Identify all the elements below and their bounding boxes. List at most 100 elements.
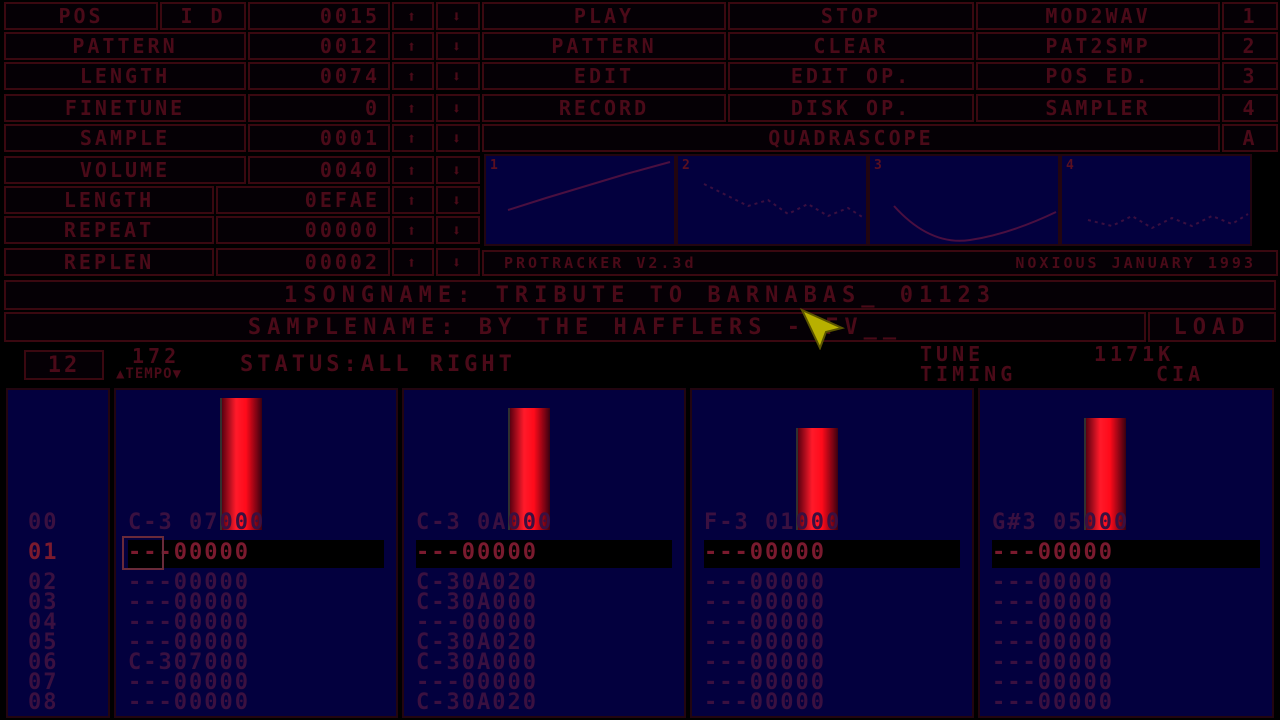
pattern-row[interactable]: ---00000: [704, 570, 960, 595]
pos-flag[interactable]: I D: [160, 2, 246, 30]
load-button[interactable]: LOAD: [1148, 312, 1276, 342]
sample-value: 0001: [248, 124, 390, 152]
disk-op-button[interactable]: DISK OP.: [728, 94, 974, 122]
pattern-row[interactable]: ---00000: [128, 630, 384, 655]
scope-channel-3[interactable]: 3: [868, 154, 1060, 246]
pattern-row[interactable]: ---00000: [704, 610, 960, 635]
scope-channel-1[interactable]: 1: [484, 154, 676, 246]
screen-a-button[interactable]: A: [1222, 124, 1278, 152]
samplename-field[interactable]: SAMPLENAME: BY THE HAFFLERS - FV__: [4, 312, 1146, 342]
quadrascope-button[interactable]: QUADRASCOPE: [482, 124, 1220, 152]
pattern-row[interactable]: ---00000: [992, 570, 1260, 595]
sampler-button[interactable]: SAMPLER: [976, 94, 1220, 122]
track-channel-4[interactable]: G#3 05000 ---00000 ---00000 ---00000 ---…: [978, 388, 1274, 718]
track-channel-1[interactable]: C-3 07000 ---00000 ---00000 ---00000 ---…: [114, 388, 398, 718]
stop-button[interactable]: STOP: [728, 2, 974, 30]
tempo-label[interactable]: ▲TEMPO▼: [116, 366, 182, 382]
pattern-row[interactable]: ---00000: [704, 670, 960, 695]
row-number: 08: [28, 690, 59, 715]
mod2wav-button[interactable]: MOD2WAV: [976, 2, 1220, 30]
pattern-row[interactable]: ---00000: [128, 570, 384, 595]
repeat-down-icon[interactable]: ⬇: [436, 216, 480, 244]
screen-4-button[interactable]: 4: [1222, 94, 1278, 122]
pattern-row-current[interactable]: ---00000: [704, 540, 960, 568]
pattern-row[interactable]: ---00000: [992, 670, 1260, 695]
track-channel-3[interactable]: F-3 01000 ---00000 ---00000 ---00000 ---…: [690, 388, 974, 718]
length-down-icon[interactable]: ⬇: [436, 62, 480, 90]
waveform-1: [507, 161, 671, 211]
pattern-row[interactable]: C-30A000: [416, 590, 672, 615]
record-button[interactable]: RECORD: [482, 94, 726, 122]
scope-channel-4[interactable]: 4: [1060, 154, 1252, 246]
sample-length-up-icon[interactable]: ⬆: [392, 186, 434, 214]
repeat-value: 00000: [216, 216, 390, 244]
status-text: STATUS:ALL RIGHT: [240, 352, 516, 377]
pattern-down-icon[interactable]: ⬇: [436, 32, 480, 60]
pattern-row-current[interactable]: ---00000: [128, 540, 384, 568]
pattern-row[interactable]: ---00000: [992, 590, 1260, 615]
pattern-row[interactable]: C-307000: [128, 650, 384, 675]
pattern-row[interactable]: ---00000: [992, 630, 1260, 655]
pattern-row[interactable]: F-3 01000: [704, 510, 960, 535]
replen-down-icon[interactable]: ⬇: [436, 248, 480, 276]
mouse-pointer-icon: [799, 307, 846, 350]
replen-label: REPLEN: [4, 248, 214, 276]
pattern-row[interactable]: ---00000: [128, 690, 384, 715]
finetune-down-icon[interactable]: ⬇: [436, 94, 480, 122]
pattern-row[interactable]: ---00000: [992, 690, 1260, 715]
pos-ed-button[interactable]: POS ED.: [976, 62, 1220, 90]
pattern-value: 0012: [248, 32, 390, 60]
pattern-row[interactable]: C-3 07000: [128, 510, 384, 535]
pattern-row[interactable]: ---00000: [128, 670, 384, 695]
pattern-row-current[interactable]: ---00000: [992, 540, 1260, 568]
pattern-row[interactable]: ---00000: [704, 630, 960, 655]
pat2smp-button[interactable]: PAT2SMP: [976, 32, 1220, 60]
pattern-row[interactable]: ---00000: [992, 610, 1260, 635]
screen-3-button[interactable]: 3: [1222, 62, 1278, 90]
tempo-value: 172: [132, 344, 181, 368]
screen-1-button[interactable]: 1: [1222, 2, 1278, 30]
pattern-row[interactable]: ---00000: [128, 610, 384, 635]
pattern-row[interactable]: C-30A000: [416, 650, 672, 675]
pattern-row[interactable]: ---00000: [416, 610, 672, 635]
sample-length-down-icon[interactable]: ⬇: [436, 186, 480, 214]
pattern-row[interactable]: ---00000: [704, 590, 960, 615]
repeat-up-icon[interactable]: ⬆: [392, 216, 434, 244]
length-up-icon[interactable]: ⬆: [392, 62, 434, 90]
pattern-row-current[interactable]: ---00000: [416, 540, 672, 568]
row-number: 00: [28, 510, 59, 535]
pos-up-icon[interactable]: ⬆: [392, 2, 434, 30]
pos-down-icon[interactable]: ⬇: [436, 2, 480, 30]
pattern-row[interactable]: ---00000: [128, 590, 384, 615]
track-channel-2[interactable]: C-3 0A000 ---00000 C-30A020 C-30A000 ---…: [402, 388, 686, 718]
sample-down-icon[interactable]: ⬇: [436, 124, 480, 152]
sample-up-icon[interactable]: ⬆: [392, 124, 434, 152]
edit-op-button[interactable]: EDIT OP.: [728, 62, 974, 90]
credit-text: NOXIOUS JANUARY 1993: [1015, 254, 1256, 272]
pattern-row[interactable]: C-30A020: [416, 630, 672, 655]
version-label: PROTRACKER V2.3d NOXIOUS JANUARY 1993: [482, 250, 1278, 276]
waveform-4: [1087, 213, 1249, 230]
pattern-row[interactable]: ---00000: [992, 650, 1260, 675]
volume-up-icon[interactable]: ⬆: [392, 156, 434, 184]
pattern-row[interactable]: ---00000: [704, 650, 960, 675]
pattern-row[interactable]: C-3 0A000: [416, 510, 672, 535]
scope-channel-2[interactable]: 2: [676, 154, 868, 246]
pattern-row[interactable]: ---00000: [416, 670, 672, 695]
waveform-3: [893, 205, 1057, 242]
pattern-row[interactable]: C-30A020: [416, 690, 672, 715]
pattern-up-icon[interactable]: ⬆: [392, 32, 434, 60]
pattern-row[interactable]: ---00000: [704, 690, 960, 715]
edit-button[interactable]: EDIT: [482, 62, 726, 90]
play-button[interactable]: PLAY: [482, 2, 726, 30]
octave-box[interactable]: 12: [24, 350, 104, 380]
songname-field[interactable]: 1SONGNAME: TRIBUTE TO BARNABAS_ 01123: [4, 280, 1276, 310]
volume-down-icon[interactable]: ⬇: [436, 156, 480, 184]
pattern-row[interactable]: C-30A020: [416, 570, 672, 595]
pattern-button[interactable]: PATTERN: [482, 32, 726, 60]
finetune-up-icon[interactable]: ⬆: [392, 94, 434, 122]
pattern-row[interactable]: G#3 05000: [992, 510, 1260, 535]
screen-2-button[interactable]: 2: [1222, 32, 1278, 60]
replen-up-icon[interactable]: ⬆: [392, 248, 434, 276]
clear-button[interactable]: CLEAR: [728, 32, 974, 60]
